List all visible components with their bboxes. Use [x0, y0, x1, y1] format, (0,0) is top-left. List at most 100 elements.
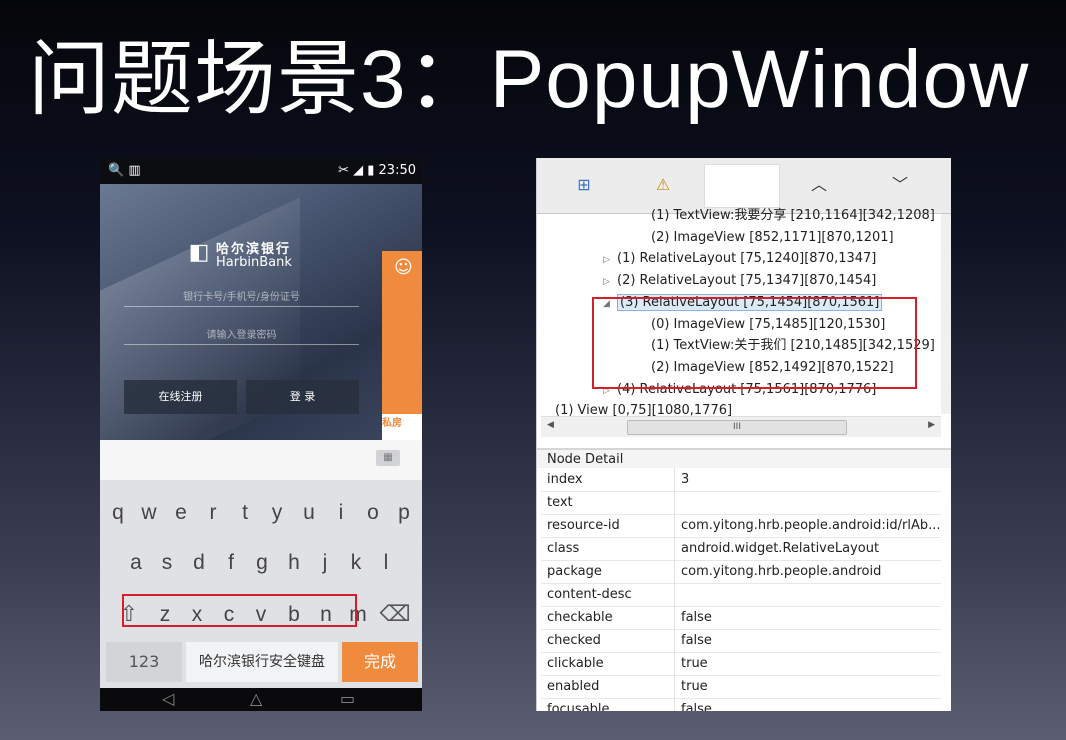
keyboard-header	[100, 440, 422, 480]
hierarchy-viewer: ⊞ ⚠ ︿ ﹀ (1) TextView:我要分享 [210,1164][342…	[536, 158, 951, 711]
card-number-input[interactable]: 银行卡号/手机号/身份证号	[124, 288, 359, 307]
key-y[interactable]: y	[263, 494, 291, 532]
detail-key: content-desc	[547, 587, 632, 602]
detail-divider	[674, 491, 675, 514]
detail-row[interactable]: text	[541, 491, 941, 515]
tree-expand-icon[interactable]: ▷	[603, 250, 617, 270]
slide-title: 问题场景3：PopupWindow	[28, 34, 1030, 125]
detail-value: android.widget.RelativeLayout	[681, 541, 880, 556]
key-u[interactable]: u	[295, 494, 323, 532]
bank-logo-icon: ◧	[188, 240, 210, 265]
detail-value: true	[681, 656, 708, 671]
tree-horizontal-scrollbar[interactable]: ◀ III ▶	[541, 416, 941, 437]
detail-row[interactable]: resource-id com.yitong.hrb.people.android…	[541, 514, 941, 538]
password-input[interactable]: 请输入登录密码	[124, 326, 359, 345]
detail-divider	[674, 652, 675, 675]
status-right: ✂ ◢ ▮ 23:50	[338, 163, 416, 178]
tree-node[interactable]: (2) ImageView [852,1171][870,1201]	[637, 228, 894, 248]
detail-row[interactable]: focusable false	[541, 698, 941, 711]
detail-row[interactable]: checked false	[541, 629, 941, 653]
expand-all-icon[interactable]: ⊞	[571, 172, 597, 198]
detail-row[interactable]: content-desc	[541, 583, 941, 607]
detail-row[interactable]: clickable true	[541, 652, 941, 676]
detail-divider	[674, 537, 675, 560]
person-icon: ☺	[394, 257, 413, 278]
detail-value: false	[681, 610, 712, 625]
detail-key: enabled	[547, 679, 600, 694]
tree-node-label: (1) TextView:我要分享 [210,1164][342,1208]	[651, 208, 935, 223]
nav-bar: ◁ △ ▭	[100, 688, 422, 711]
key-d[interactable]: d	[185, 544, 213, 582]
detail-row[interactable]: class android.widget.RelativeLayout	[541, 537, 941, 561]
done-key[interactable]: 完成	[342, 642, 418, 682]
tree-node-label: (2) RelativeLayout [75,1347][870,1454]	[617, 273, 877, 289]
key-o[interactable]: o	[359, 494, 387, 532]
detail-divider	[674, 560, 675, 583]
side-panel[interactable]: ☺	[382, 251, 422, 441]
back-icon[interactable]: ◁	[162, 689, 174, 708]
space-key[interactable]: 哈尔滨银行安全键盘	[186, 642, 338, 682]
status-bar: 🔍 ▥ ✂ ◢ ▮ 23:50	[100, 158, 422, 184]
tree-expand-icon[interactable]: ▷	[603, 272, 617, 292]
key-q[interactable]: q	[104, 494, 132, 532]
home-icon[interactable]: △	[250, 689, 262, 708]
status-time: 23:50	[378, 163, 416, 178]
key-k[interactable]: k	[342, 544, 370, 582]
search-field[interactable]	[704, 164, 780, 208]
previous-icon[interactable]: ︿	[806, 172, 832, 198]
scroll-thumb[interactable]: III	[627, 420, 847, 435]
key-w[interactable]: w	[135, 494, 163, 532]
secure-keyboard: q w e r t y u i o p a s d f g h j k l ⇧ …	[100, 480, 422, 688]
detail-key: focusable	[547, 702, 610, 711]
scroll-left-icon[interactable]: ◀	[547, 420, 554, 430]
detail-divider	[674, 606, 675, 629]
detail-value: com.yitong.hrb.people.android	[681, 564, 882, 579]
tree-node-label: (2) ImageView [852,1171][870,1201]	[651, 229, 894, 245]
tree-node[interactable]: ▷ (1) RelativeLayout [75,1240][870,1347]	[603, 249, 876, 269]
recents-icon[interactable]: ▭	[340, 689, 355, 708]
tree-node[interactable]: (1) TextView:我要分享 [210,1164][342,1208]	[637, 206, 935, 226]
register-button[interactable]: 在线注册	[124, 380, 237, 414]
detail-value: false	[681, 702, 712, 711]
login-button[interactable]: 登 录	[246, 380, 359, 414]
key-h[interactable]: h	[280, 544, 308, 582]
key-e[interactable]: e	[167, 494, 195, 532]
next-icon[interactable]: ﹀	[887, 172, 913, 198]
detail-row[interactable]: index 3	[541, 468, 941, 492]
detail-value: true	[681, 679, 708, 694]
detail-key: clickable	[547, 656, 604, 671]
key-j[interactable]: j	[311, 544, 339, 582]
numbers-key[interactable]: 123	[106, 642, 182, 682]
key-a[interactable]: a	[122, 544, 150, 582]
detail-value: false	[681, 633, 712, 648]
scroll-right-icon[interactable]: ▶	[928, 420, 935, 430]
login-panel: ◧ 哈尔滨银行 HarbinBank 银行卡号/手机号/身份证号 请输入登录密码…	[100, 184, 422, 440]
warning-icon[interactable]: ⚠	[650, 172, 676, 198]
key-i[interactable]: i	[327, 494, 355, 532]
status-icons: ✂ ◢ ▮	[338, 163, 375, 178]
tree-highlight-box	[592, 297, 917, 389]
key-t[interactable]: t	[231, 494, 259, 532]
detail-key: index	[547, 472, 583, 487]
phone-screen: 🔍 ▥ ✂ ◢ ▮ 23:50 ◧ 哈尔滨银行 HarbinBank 银行卡号/…	[100, 158, 422, 711]
detail-row[interactable]: package com.yitong.hrb.people.android	[541, 560, 941, 584]
key-f[interactable]: f	[217, 544, 245, 582]
tree-vertical-scrollbar[interactable]	[941, 214, 951, 414]
tree-node[interactable]: ▷ (2) RelativeLayout [75,1347][870,1454]	[603, 271, 876, 291]
key-g[interactable]: g	[248, 544, 276, 582]
detail-key: text	[547, 495, 573, 510]
detail-value: com.yitong.hrb.people.android:id/rlAb...	[681, 518, 941, 533]
keyboard-icon[interactable]: ▦	[376, 450, 400, 466]
detail-row[interactable]: enabled true	[541, 675, 941, 699]
key-l[interactable]: l	[372, 544, 400, 582]
key-r[interactable]: r	[199, 494, 227, 532]
status-left-icons: 🔍 ▥	[108, 163, 141, 178]
key-s[interactable]: s	[153, 544, 181, 582]
detail-key: resource-id	[547, 518, 620, 533]
detail-row[interactable]: checkable false	[541, 606, 941, 630]
detail-divider	[674, 514, 675, 537]
detail-divider	[674, 583, 675, 606]
key-p[interactable]: p	[390, 494, 418, 532]
tree-node-label: (1) RelativeLayout [75,1240][870,1347]	[617, 251, 877, 267]
delete-key-icon[interactable]: ⌫	[378, 596, 412, 634]
